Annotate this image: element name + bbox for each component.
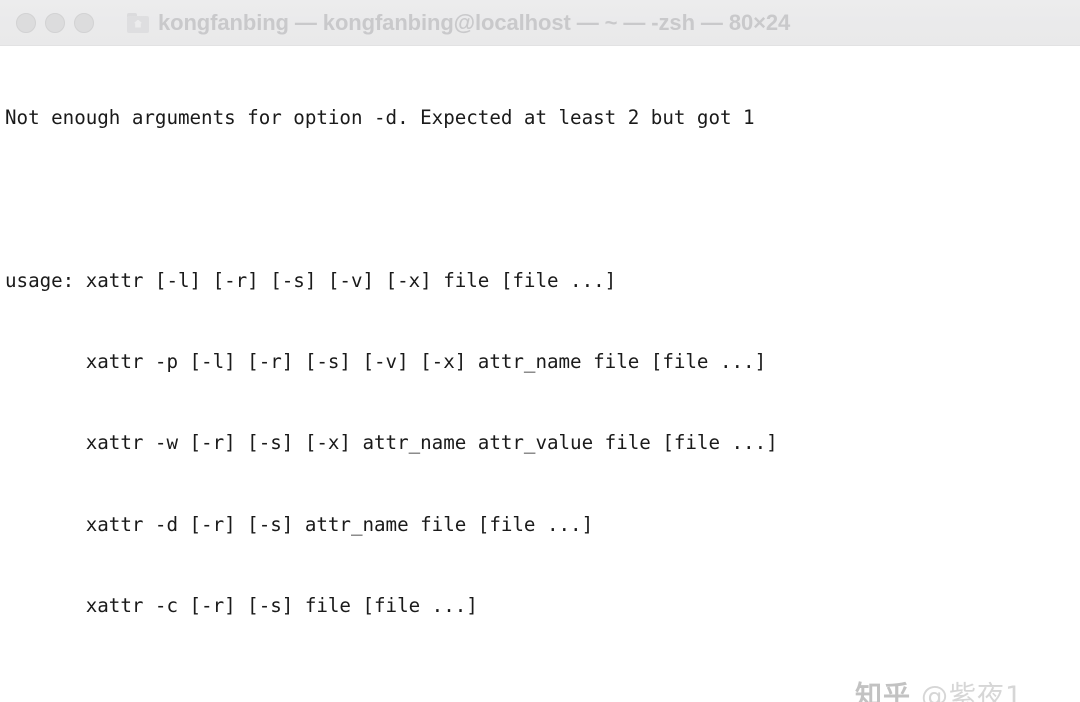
minimize-button[interactable]: [45, 12, 65, 33]
zoom-button[interactable]: [74, 12, 94, 33]
titlebar-title-group: kongfanbing — kongfanbing@localhost — ~ …: [127, 10, 790, 36]
close-button[interactable]: [16, 12, 36, 33]
folder-home-icon: [127, 12, 149, 33]
terminal-text-buffer: Not enough arguments for option -d. Expe…: [5, 50, 1080, 702]
terminal-line: Not enough arguments for option -d. Expe…: [5, 106, 755, 130]
terminal-line: usage: xattr [-l] [-r] [-s] [-v] [-x] fi…: [5, 268, 617, 292]
terminal-line: xattr -d [-r] [-s] attr_name file [file …: [5, 512, 594, 536]
terminal-line: xattr -w [-r] [-s] [-x] attr_name attr_v…: [5, 431, 778, 455]
terminal-line: xattr -p [-l] [-r] [-s] [-v] [-x] attr_n…: [5, 350, 767, 374]
terminal-line: xattr -c [-r] [-s] file [file ...]: [5, 593, 478, 617]
window-title: kongfanbing — kongfanbing@localhost — ~ …: [158, 9, 791, 35]
window-titlebar[interactable]: kongfanbing — kongfanbing@localhost — ~ …: [0, 0, 1080, 46]
traffic-light-group: [0, 12, 94, 33]
terminal-window: kongfanbing — kongfanbing@localhost — ~ …: [0, 0, 1080, 702]
terminal-screen[interactable]: Not enough arguments for option -d. Expe…: [0, 46, 1080, 702]
